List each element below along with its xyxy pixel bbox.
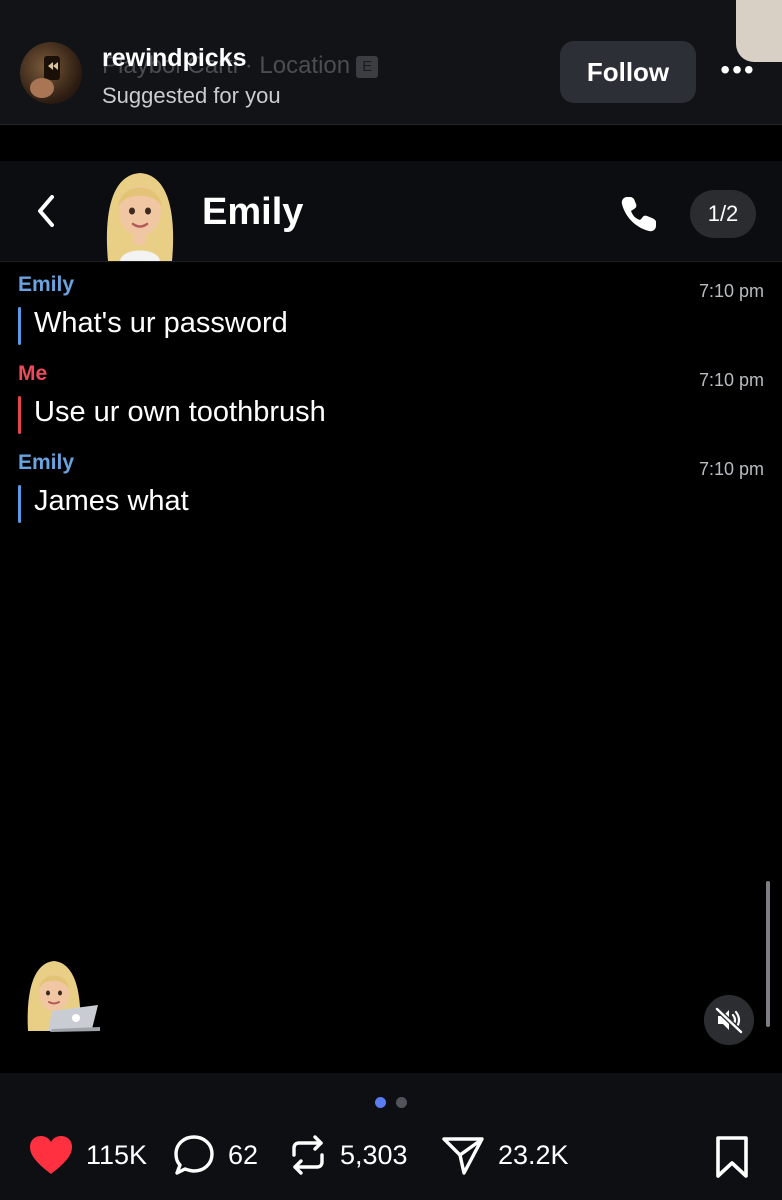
message-sender: Me (18, 362, 48, 385)
author-name[interactable]: rewindpicks (102, 44, 247, 73)
comment-icon (174, 1135, 214, 1175)
message-sender: Emily (18, 451, 75, 474)
message-item: Emily 7:10 pm What's ur password (18, 273, 764, 345)
share-button[interactable]: 23.2K (440, 1133, 569, 1177)
carousel-dot-active[interactable] (375, 1097, 386, 1108)
muted-speaker-icon[interactable] (704, 995, 754, 1045)
post-media[interactable]: Emily 1/2 Emily 7:10 pm What's ur passwo… (0, 125, 782, 1073)
repost-icon (292, 1135, 324, 1175)
typing-bitmoji-avatar (27, 961, 100, 1032)
contact-name[interactable]: Emily (202, 191, 303, 234)
message-time: 7:10 pm (698, 459, 764, 479)
overlay-card-corner (736, 0, 782, 62)
like-button[interactable]: 115K (28, 1133, 147, 1177)
message-text: Use ur own toothbrush (34, 396, 326, 428)
message-text: What's ur password (34, 307, 288, 339)
explicit-badge: E (356, 56, 379, 78)
message-time: 7:10 pm (698, 370, 764, 390)
scrollbar-thumb[interactable] (766, 881, 770, 1027)
message-item: Emily 7:10 pm James what (18, 451, 764, 523)
comment-count: 62 (228, 1139, 259, 1170)
post-actions-bar: 115K 62 5,303 23.2K (0, 1073, 782, 1200)
follow-button[interactable]: Follow (560, 41, 696, 103)
heart-icon (30, 1136, 72, 1174)
repost-count: 5,303 (340, 1139, 408, 1170)
message-sender: Emily (18, 273, 75, 296)
repost-button[interactable]: 5,303 (288, 1133, 408, 1177)
comment-button[interactable]: 62 (172, 1133, 258, 1177)
like-count: 115K (86, 1139, 148, 1170)
author-avatar[interactable] (20, 42, 82, 104)
message-time: 7:10 pm (698, 281, 764, 301)
phone-icon[interactable] (618, 193, 660, 235)
message-item: Me 7:10 pm Use ur own toothbrush (18, 362, 764, 434)
chat-header: Emily 1/2 (0, 161, 782, 262)
bookmark-icon[interactable] (714, 1135, 750, 1179)
contact-bitmoji-avatar[interactable] (100, 167, 180, 261)
suggested-label: Suggested for you (102, 83, 281, 108)
page-indicator: 1/2 (690, 190, 756, 238)
back-chevron-icon[interactable] (32, 191, 60, 231)
carousel-dot[interactable] (396, 1097, 407, 1108)
message-text: James what (34, 485, 189, 517)
share-count: 23.2K (498, 1139, 569, 1170)
share-icon (442, 1137, 484, 1175)
post-header: Playboi Carti · Location E rewindpicks Su… (0, 0, 782, 125)
